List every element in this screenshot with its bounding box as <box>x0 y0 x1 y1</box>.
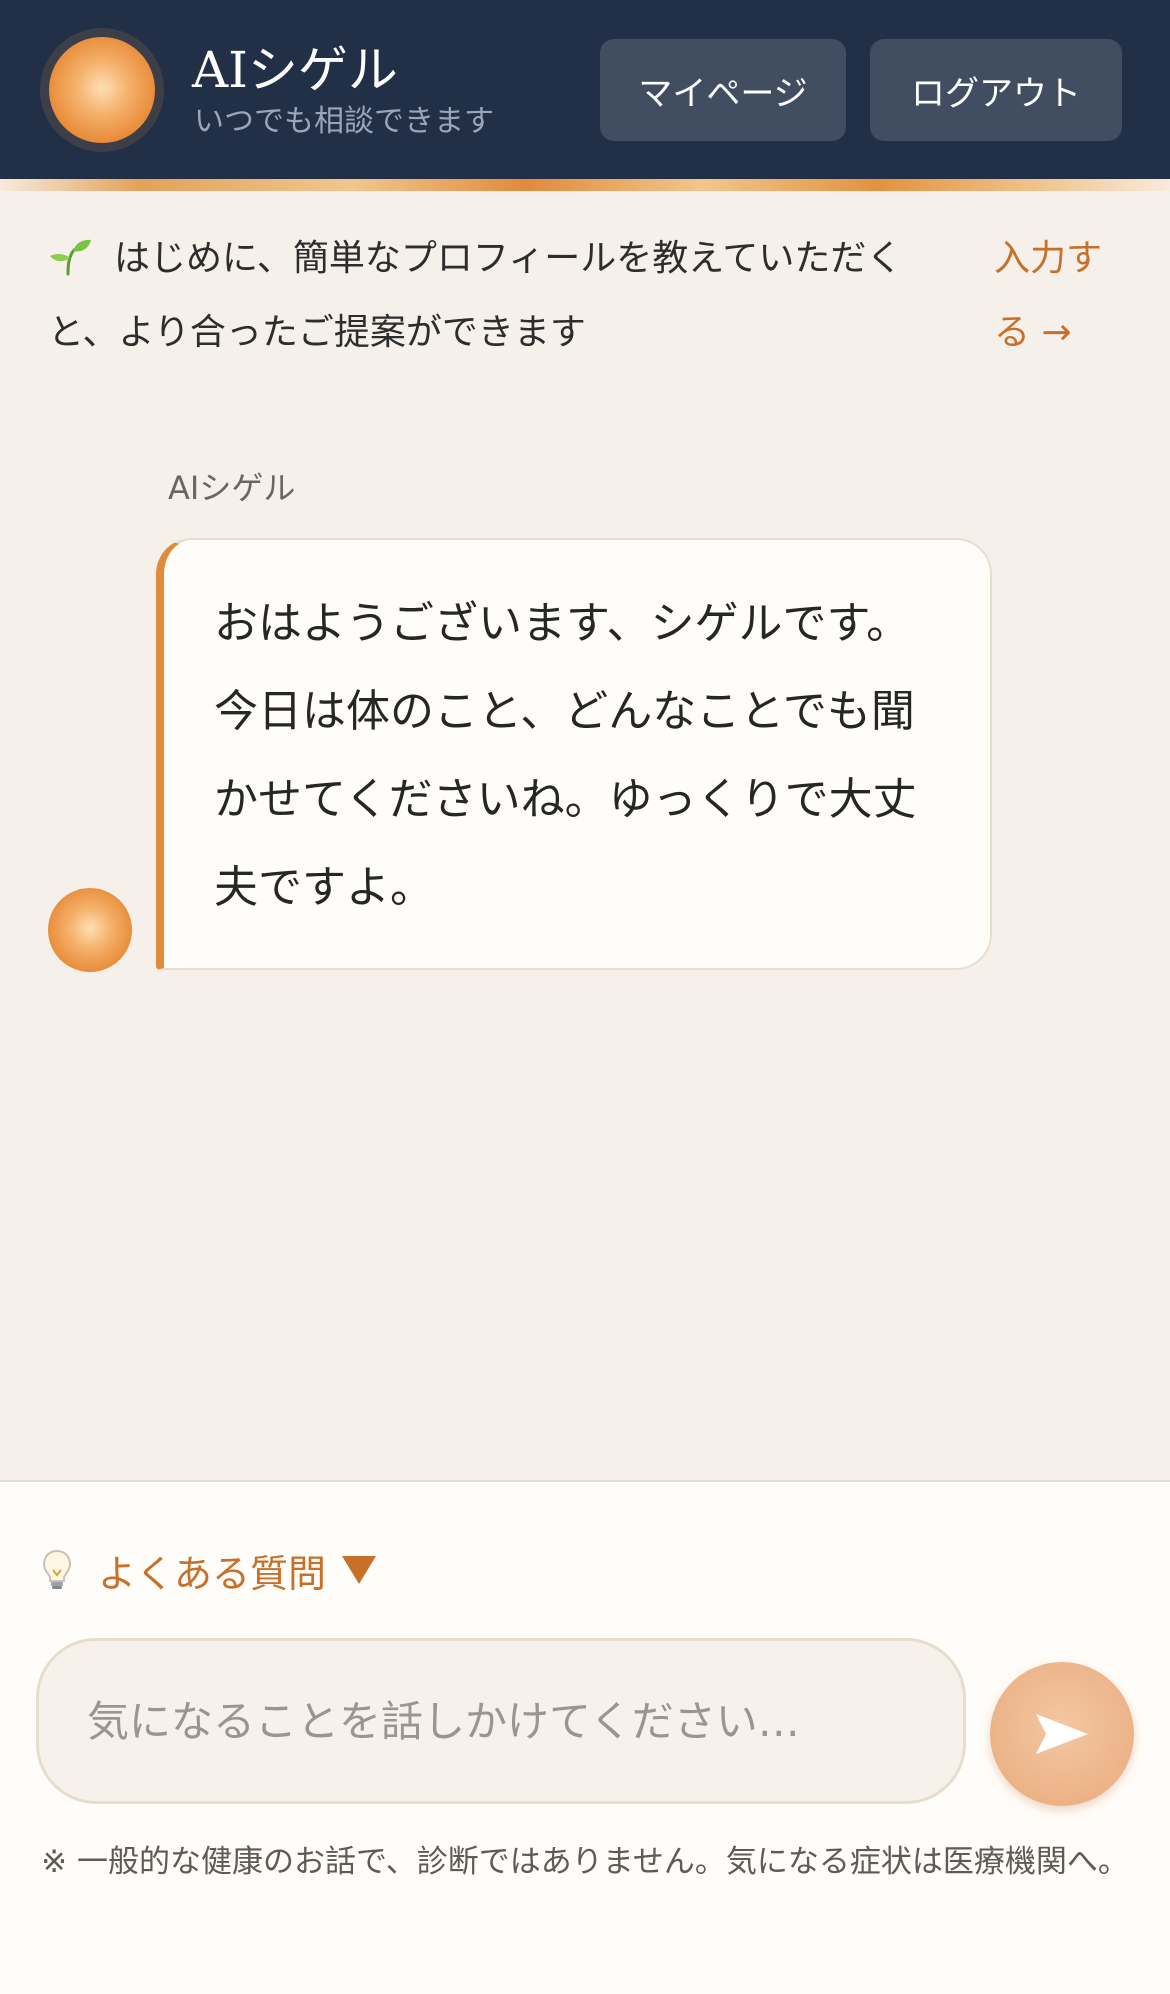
assistant-avatar <box>48 888 132 972</box>
send-button[interactable] <box>990 1662 1134 1806</box>
logo-avatar <box>49 37 155 143</box>
profile-input-link[interactable]: 入力する → <box>994 222 1124 370</box>
message-input[interactable] <box>36 1638 966 1804</box>
app-title: AIシゲル <box>192 41 398 99</box>
app-header: AIシゲル いつでも相談できます マイページ ログアウト <box>0 0 1170 179</box>
sprout-icon <box>50 239 91 276</box>
message-sender: AIシゲル <box>168 469 296 507</box>
app-subtitle: いつでも相談できます <box>194 104 494 139</box>
triangle-down-icon <box>342 1556 377 1584</box>
profile-notice: はじめに、簡単なプロフィールを教えていただくと、より合ったご提案ができます <box>48 222 968 370</box>
header-accent-bar <box>0 179 1170 191</box>
assistant-message-bubble: おはようございます、シゲルです。今日は体のこと、どんなことでも聞かせてくださいね… <box>156 538 992 970</box>
faq-label: よくある質問 <box>98 1551 327 1596</box>
logout-button[interactable]: ログアウト <box>870 39 1122 141</box>
disclaimer-text: ※ 一般的な健康のお話で、診断ではありません。気になる症状は医療機関へ。 <box>41 1844 1129 1880</box>
mypage-button[interactable]: マイページ <box>600 39 846 141</box>
send-arrow-icon <box>1036 1714 1088 1754</box>
faq-toggle[interactable]: よくある質問 <box>40 1542 377 1598</box>
lightbulb-icon <box>42 1549 72 1589</box>
profile-notice-text: はじめに、簡単なプロフィールを教えていただくと、より合ったご提案ができます <box>48 238 903 353</box>
